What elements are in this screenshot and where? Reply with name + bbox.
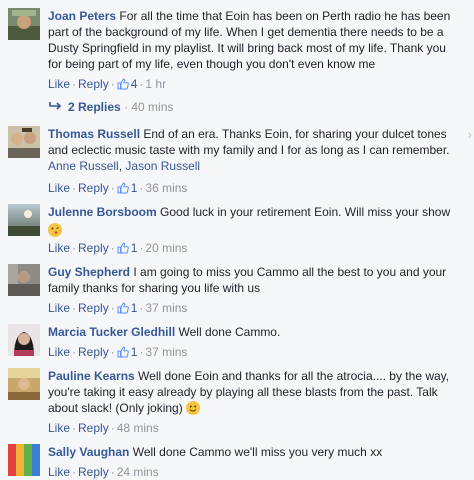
thumbs-up-icon — [117, 182, 129, 198]
avatar[interactable] — [8, 368, 40, 400]
comment-author[interactable]: Thomas Russell — [48, 127, 140, 141]
like-button[interactable]: Like — [48, 345, 70, 359]
avatar[interactable] — [8, 324, 40, 356]
comment-author[interactable]: Sally Vaughan — [48, 445, 129, 459]
comment-time[interactable]: 48 mins — [117, 421, 159, 435]
comment-author[interactable]: Guy Shepherd — [48, 265, 130, 279]
thumbs-up-icon — [117, 78, 129, 94]
like-button[interactable]: Like — [48, 77, 70, 91]
smile-emoji-icon — [186, 401, 201, 415]
avatar[interactable] — [8, 204, 40, 236]
avatar[interactable] — [8, 126, 40, 158]
comment-author[interactable]: Joan Peters — [48, 9, 116, 23]
comment-actions: Like · Reply · 48 mins — [48, 421, 159, 435]
reply-button[interactable]: Reply — [78, 181, 109, 195]
replies-time: 40 mins — [131, 100, 174, 114]
comment-actions: Like · Reply · 1 · 20 mins — [48, 240, 187, 258]
like-button[interactable]: Like — [48, 181, 70, 195]
comment-text: Well done Cammo we'll miss you very much… — [132, 445, 383, 459]
comment-actions: Like · Reply · 4 · 1 hr — [48, 76, 166, 94]
like-button[interactable]: Like — [48, 421, 70, 435]
reply-button[interactable]: Reply — [78, 241, 109, 255]
comment-time[interactable]: 1 hr — [145, 77, 166, 91]
comment-time[interactable]: 20 mins — [145, 241, 187, 255]
reply-button[interactable]: Reply — [78, 465, 109, 479]
comment-text: Well done Cammo. — [178, 325, 281, 339]
comment-time[interactable]: 24 mins — [117, 465, 159, 479]
thumbs-up-icon — [117, 302, 129, 318]
comment-text: Good luck in your retirement Eoin. Will … — [160, 205, 451, 219]
comment-actions: Like · Reply · 1 · 37 mins — [48, 344, 187, 362]
avatar[interactable] — [8, 264, 40, 296]
like-button[interactable]: Like — [48, 301, 70, 315]
comment-author[interactable]: Julenne Borsboom — [48, 205, 157, 219]
like-button[interactable]: Like — [48, 241, 70, 255]
replies-count[interactable]: 2 Replies — [68, 100, 121, 114]
comment-time[interactable]: 37 mins — [145, 301, 187, 315]
thumbs-up-icon — [117, 242, 129, 258]
comment-time[interactable]: 36 mins — [145, 181, 187, 195]
tagged-user-link[interactable]: Anne Russell — [48, 159, 119, 173]
tagged-user-link[interactable]: Jason Russell — [125, 159, 200, 173]
comment-actions: Like · Reply · 24 mins — [48, 465, 159, 479]
comment-author[interactable]: Pauline Kearns — [48, 369, 135, 383]
comment-actions: Like · Reply · 1 · 36 mins — [48, 180, 187, 198]
reply-button[interactable]: Reply — [78, 421, 109, 435]
avatar[interactable] — [8, 444, 40, 476]
like-button[interactable]: Like — [48, 465, 70, 479]
comment-actions: Like · Reply · 1 · 37 mins — [48, 300, 187, 318]
reply-button[interactable]: Reply — [78, 345, 109, 359]
comment-time[interactable]: 37 mins — [145, 345, 187, 359]
kiss-emoji-icon — [48, 223, 62, 237]
comment-author[interactable]: Marcia Tucker Gledhill — [48, 325, 175, 339]
view-replies-link[interactable]: 2 Replies · 40 mins — [48, 99, 173, 115]
reply-button[interactable]: Reply — [78, 77, 109, 91]
reply-arrow-icon — [48, 99, 62, 110]
avatar[interactable] — [8, 8, 40, 40]
expand-chevron-icon[interactable]: › — [467, 126, 472, 142]
thumbs-up-icon — [117, 346, 129, 362]
reply-button[interactable]: Reply — [78, 301, 109, 315]
tagged-users: Anne Russell, Jason Russell — [48, 159, 201, 173]
